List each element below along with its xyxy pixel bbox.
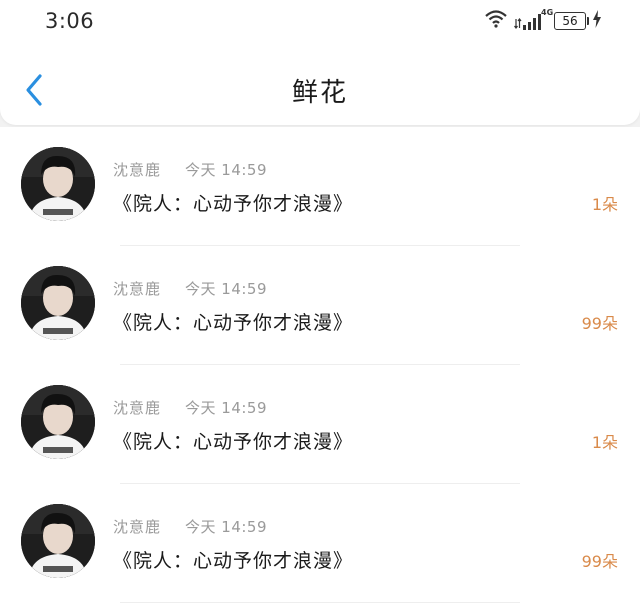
avatar[interactable] (21, 147, 95, 221)
screen: 3:06 4G 56 鲜花 沈意鹿 今天 14:59 《院人：心动予你才浪漫》 … (0, 0, 640, 603)
avatar[interactable] (21, 504, 95, 578)
battery-icon: 56 (554, 12, 589, 30)
list-item[interactable]: 沈意鹿 今天 14:59 《院人：心动予你才浪漫》 99朵 (0, 246, 640, 365)
cellular-signal-icon: 4G (514, 8, 553, 31)
wifi-icon (484, 10, 508, 32)
flower-count: 99朵 (581, 314, 618, 333)
item-meta: 沈意鹿 今天 14:59 (113, 397, 267, 418)
sender-name: 沈意鹿 (113, 399, 162, 417)
send-time: 今天 14:59 (185, 280, 268, 298)
status-time: 3:06 (45, 9, 95, 33)
gift-title: 《院人：心动予你才浪漫》 (113, 431, 354, 453)
status-bar: 3:06 4G 56 (0, 0, 640, 44)
flower-count: 1朵 (591, 195, 618, 214)
gift-title: 《院人：心动予你才浪漫》 (113, 312, 354, 334)
send-time: 今天 14:59 (185, 518, 268, 536)
sender-name: 沈意鹿 (113, 280, 162, 298)
item-meta: 沈意鹿 今天 14:59 (113, 278, 267, 299)
gift-title: 《院人：心动予你才浪漫》 (113, 550, 354, 572)
list-item[interactable]: 沈意鹿 今天 14:59 《院人：心动予你才浪漫》 99朵 (0, 484, 640, 603)
sender-name: 沈意鹿 (113, 161, 162, 179)
item-meta: 沈意鹿 今天 14:59 (113, 159, 267, 180)
avatar[interactable] (21, 385, 95, 459)
status-icons: 4G 56 (484, 8, 602, 32)
avatar[interactable] (21, 266, 95, 340)
item-meta: 沈意鹿 今天 14:59 (113, 516, 267, 537)
send-time: 今天 14:59 (185, 161, 268, 179)
flower-count: 1朵 (591, 433, 618, 452)
battery-level: 56 (562, 14, 578, 28)
flower-list: 沈意鹿 今天 14:59 《院人：心动予你才浪漫》 1朵 沈意鹿 今天 14:59 (0, 127, 640, 603)
flower-count: 99朵 (581, 552, 618, 571)
sender-name: 沈意鹿 (113, 518, 162, 536)
send-time: 今天 14:59 (185, 399, 268, 417)
gift-title: 《院人：心动予你才浪漫》 (113, 193, 354, 215)
charging-bolt-icon (592, 10, 602, 32)
list-item[interactable]: 沈意鹿 今天 14:59 《院人：心动予你才浪漫》 1朵 (0, 127, 640, 246)
header: 3:06 4G 56 鲜花 (0, 0, 640, 125)
list-item[interactable]: 沈意鹿 今天 14:59 《院人：心动予你才浪漫》 1朵 (0, 365, 640, 484)
page-title: 鲜花 (291, 78, 348, 108)
